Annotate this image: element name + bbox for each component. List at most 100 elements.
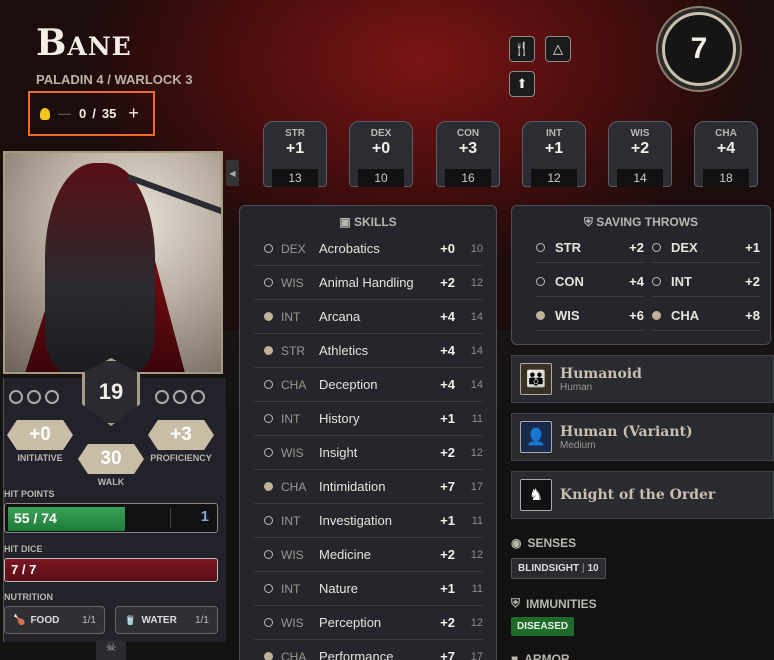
- skill-row[interactable]: INT Investigation +1 11: [254, 504, 483, 538]
- skill-name: History: [319, 411, 360, 426]
- character-name: Bane: [36, 22, 132, 64]
- saving-throw-dex[interactable]: DEX +1: [652, 233, 760, 263]
- save-ability: CHA: [671, 308, 700, 323]
- nutrition-label: NUTRITION: [4, 592, 53, 602]
- water-button[interactable]: 🥤 WATER 1/1: [115, 606, 218, 634]
- ability-con[interactable]: CON +3 16: [436, 121, 500, 187]
- tag-sub: Human: [560, 381, 593, 393]
- ability-str[interactable]: STR +1 13: [263, 121, 327, 187]
- tag-creature-type[interactable]: 👪 Humanoid Human: [511, 355, 774, 403]
- save-bonus: +8: [745, 308, 760, 323]
- skill-passive: 11: [471, 412, 483, 425]
- food-button[interactable]: 🍗 FOOD 1/1: [4, 606, 105, 634]
- immunities-header: ⛨ IMMUNITIES: [511, 596, 597, 611]
- skill-bonus: +4: [440, 343, 455, 358]
- skill-name: Investigation: [319, 513, 392, 528]
- ability-score: 10: [358, 169, 404, 187]
- ability-int[interactable]: INT +1 12: [522, 121, 586, 187]
- proficiency-dot: [264, 516, 273, 525]
- skill-name: Performance: [319, 649, 394, 660]
- ability-name: CON: [456, 128, 480, 139]
- skill-ability: INT: [281, 309, 301, 324]
- skill-passive: 17: [470, 480, 483, 493]
- skill-row[interactable]: INT Nature +1 11: [254, 572, 483, 606]
- proficiency-dot: [652, 277, 661, 286]
- skill-ability: CHA: [281, 479, 307, 494]
- skill-name: Insight: [319, 445, 358, 460]
- ability-name: INT: [545, 128, 563, 139]
- sense-divider: |: [581, 563, 585, 574]
- skill-row[interactable]: STR Athletics +4 14: [254, 334, 483, 368]
- tag-race[interactable]: 👤 Human (Variant) Medium: [511, 413, 774, 461]
- skill-row[interactable]: WIS Perception +2 12: [254, 606, 483, 640]
- skill-row[interactable]: CHA Deception +4 14: [254, 368, 483, 402]
- skill-row[interactable]: CHA Intimidation +7 17: [254, 470, 483, 504]
- death-save-circle[interactable]: [191, 390, 205, 404]
- skill-row[interactable]: INT Arcana +4 14: [254, 300, 483, 334]
- ability-modifier: +4: [716, 140, 736, 157]
- skill-ability: CHA: [281, 649, 307, 660]
- skill-passive: 14: [470, 378, 483, 391]
- walk-speed-badge: 30: [78, 444, 144, 474]
- tag-name: Human (Variant): [560, 423, 693, 440]
- death-save-circle[interactable]: [45, 390, 59, 404]
- inspiration-counter[interactable]: — 0 / 35 +: [28, 91, 155, 136]
- death-save-failures[interactable]: [9, 390, 59, 404]
- death-save-circle[interactable]: [27, 390, 41, 404]
- hit-points-fill: 55 / 74: [8, 507, 125, 531]
- skill-bonus: +7: [440, 649, 455, 660]
- skill-ability: INT: [281, 411, 301, 426]
- arrow-up-circle-icon[interactable]: ⬆: [509, 71, 535, 97]
- skill-ability: WIS: [281, 547, 304, 562]
- ability-cha[interactable]: CHA +4 18: [694, 121, 758, 187]
- level-badge: 7: [662, 12, 736, 86]
- skill-row[interactable]: WIS Animal Handling +2 12: [254, 266, 483, 300]
- hit-dice-bar[interactable]: 7 / 7: [4, 558, 218, 582]
- skull-tab-icon[interactable]: ☠: [96, 640, 126, 660]
- death-save-circle[interactable]: [155, 390, 169, 404]
- saving-throw-cha[interactable]: CHA +8: [652, 301, 760, 331]
- skill-bonus: +0: [440, 241, 455, 256]
- skill-bonus: +4: [440, 309, 455, 324]
- skill-row[interactable]: WIS Medicine +2 12: [254, 538, 483, 572]
- knight-icon: ♞: [520, 479, 552, 511]
- ability-modifier: +1: [285, 140, 305, 157]
- temp-hit-points[interactable]: 1: [201, 508, 209, 525]
- skill-row[interactable]: INT History +1 11: [254, 402, 483, 436]
- ability-wis[interactable]: WIS +2 14: [608, 121, 672, 187]
- initiative-badge[interactable]: +0: [7, 420, 73, 450]
- skill-row[interactable]: DEX Acrobatics +0 10: [254, 232, 483, 266]
- skill-ability: STR: [281, 343, 305, 358]
- tag-background[interactable]: ♞ Knight of the Order: [511, 471, 774, 519]
- saving-throw-con[interactable]: CON +4: [536, 267, 644, 297]
- sense-name: BLINDSIGHT: [518, 563, 580, 574]
- utensils-icon[interactable]: 🍴: [509, 36, 535, 62]
- inspiration-max: 35: [101, 106, 117, 121]
- immunities-title: IMMUNITIES: [526, 596, 597, 611]
- skill-row[interactable]: WIS Insight +2 12: [254, 436, 483, 470]
- skill-ability: WIS: [281, 615, 304, 630]
- inspiration-add-button[interactable]: +: [128, 103, 139, 124]
- saving-throw-str[interactable]: STR +2: [536, 233, 644, 263]
- character-portrait[interactable]: [3, 151, 223, 374]
- skill-passive: 12: [470, 276, 483, 289]
- camp-icon[interactable]: △: [545, 36, 571, 62]
- death-save-circle[interactable]: [173, 390, 187, 404]
- sense-blindsight[interactable]: BLINDSIGHT | 10: [511, 558, 606, 579]
- ability-dex[interactable]: DEX +0 10: [349, 121, 413, 187]
- sense-value: 10: [587, 563, 599, 574]
- tag-name: Humanoid: [560, 365, 642, 382]
- proficiency-dot: [264, 346, 273, 355]
- skills-title: ▣ SKILLS: [240, 215, 496, 229]
- skill-row[interactable]: CHA Performance +7 17: [254, 640, 483, 660]
- immunity-diseased[interactable]: DISEASED: [511, 617, 575, 636]
- saving-throw-wis[interactable]: WIS +6: [536, 301, 644, 331]
- saving-throw-int[interactable]: INT +2: [652, 267, 760, 297]
- inspiration-decrement[interactable]: —: [58, 106, 71, 121]
- death-save-successes[interactable]: [155, 390, 205, 404]
- death-save-circle[interactable]: [9, 390, 23, 404]
- skill-ability: INT: [281, 513, 301, 528]
- hit-points-bar[interactable]: 55 / 74 1: [4, 503, 218, 533]
- armor-header: ■ ARMOR: [511, 652, 570, 660]
- collapse-panel-button[interactable]: ◀: [226, 160, 239, 186]
